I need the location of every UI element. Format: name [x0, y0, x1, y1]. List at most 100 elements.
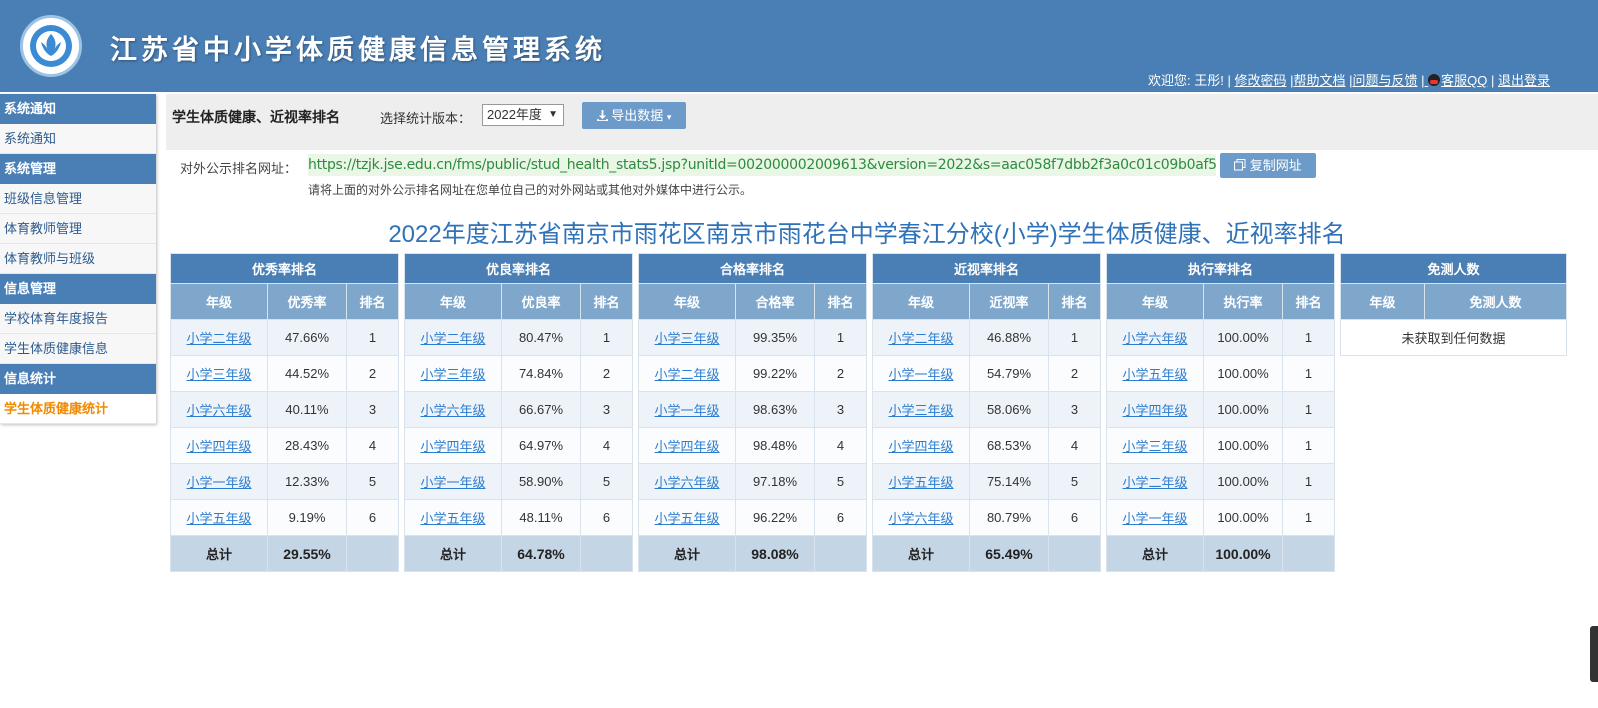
grade-link[interactable]: 小学一年级: [1122, 511, 1187, 526]
total-row: 总计 100.00%: [1106, 535, 1335, 572]
download-icon: [596, 110, 608, 121]
grade-cell: 小学二年级: [404, 319, 502, 356]
grade-link[interactable]: 小学五年级: [186, 511, 251, 526]
sidebar-item-student-health[interactable]: 学生体质健康信息: [0, 334, 156, 364]
logout-link[interactable]: 退出登录: [1498, 73, 1550, 88]
grade-cell: 小学五年级: [404, 499, 502, 536]
sidebar-section-info-admin[interactable]: 信息管理: [0, 274, 156, 304]
change-password-link[interactable]: 修改密码: [1234, 73, 1286, 88]
grade-link[interactable]: 小学一年级: [888, 367, 953, 382]
grade-link[interactable]: 小学二年级: [186, 331, 251, 346]
total-rank: [814, 535, 867, 572]
sidebar-section-system-admin[interactable]: 系统管理: [0, 154, 156, 184]
ranking-table: 优秀率排名 年级 优秀率 排名 小学二年级 47.66% 1 小学三年级 44.52% 2 小学六年…: [170, 253, 399, 572]
total-rank: [580, 535, 633, 572]
grade-cell: 小学三年级: [170, 355, 268, 392]
ranking-table: 近视率排名 年级 近视率 排名 小学二年级 46.88% 1 小学一年级 54.79% 2 小学三年…: [872, 253, 1101, 572]
exempt-count-table: 免测人数 年级 免测人数 未获取到任何数据: [1340, 253, 1567, 356]
public-url-field[interactable]: https://tzjk.jse.edu.cn/fms/public/stud_…: [308, 154, 1216, 176]
grade-cell: 小学三年级: [404, 355, 502, 392]
total-rate: 64.78%: [501, 535, 581, 572]
grade-link[interactable]: 小学四年级: [420, 439, 485, 454]
grade-link[interactable]: 小学二年级: [888, 331, 953, 346]
grade-link[interactable]: 小学四年级: [888, 439, 953, 454]
grade-link[interactable]: 小学五年级: [654, 511, 719, 526]
sidebar-item-class-info[interactable]: 班级信息管理: [0, 184, 156, 214]
export-data-button[interactable]: 导出数据 ▾: [582, 102, 686, 129]
qq-support-link[interactable]: 客服QQ: [1441, 73, 1487, 88]
version-select-value: 2022年度: [487, 107, 542, 122]
rank-cell: 6: [580, 499, 633, 536]
rank-cell: 2: [346, 355, 399, 392]
total-rate: 100.00%: [1203, 535, 1283, 572]
grade-link[interactable]: 小学五年级: [1122, 367, 1187, 382]
grade-link[interactable]: 小学六年级: [186, 403, 251, 418]
grade-link[interactable]: 小学一年级: [654, 403, 719, 418]
column-header: 排名: [1282, 283, 1335, 320]
total-rate: 98.08%: [735, 535, 815, 572]
table-row: 小学五年级 48.11% 6: [404, 499, 633, 536]
grade-link[interactable]: 小学六年级: [1122, 331, 1187, 346]
grade-link[interactable]: 小学四年级: [654, 439, 719, 454]
table-row: 小学一年级 12.33% 5: [170, 463, 399, 500]
help-docs-link[interactable]: 帮助文档: [1293, 73, 1345, 88]
copy-url-button[interactable]: 复制网址: [1220, 153, 1316, 178]
system-logo: [20, 15, 82, 77]
sidebar-item-teacher-class[interactable]: 体育教师与班级: [0, 244, 156, 274]
sidebar-item-system-notice[interactable]: 系统通知: [0, 124, 156, 154]
table-row: 小学六年级 97.18% 5: [638, 463, 867, 500]
top-header: 江苏省中小学体质健康信息管理系统 欢迎您: 王彤! | 修改密码 |帮助文档 |…: [0, 0, 1598, 92]
column-header: 排名: [1048, 283, 1101, 320]
grade-cell: 小学三年级: [638, 319, 736, 356]
grade-link[interactable]: 小学三年级: [654, 331, 719, 346]
table-caption: 执行率排名: [1106, 253, 1335, 284]
side-scroll-handle[interactable]: [1590, 626, 1598, 682]
report-title: 2022年度江苏省南京市雨花区南京市雨花台中学春江分校(小学)学生体质健康、近视…: [388, 221, 1346, 248]
total-label: 总计: [872, 535, 970, 572]
rank-cell: 5: [1048, 463, 1101, 500]
rate-cell: 48.11%: [501, 499, 581, 536]
sidebar-item-pe-teachers[interactable]: 体育教师管理: [0, 214, 156, 244]
column-header: 年级: [872, 283, 970, 320]
grade-cell: 小学一年级: [872, 355, 970, 392]
grade-link[interactable]: 小学二年级: [420, 331, 485, 346]
empty-message: 未获取到任何数据: [1340, 319, 1567, 356]
grade-link[interactable]: 小学六年级: [654, 475, 719, 490]
table-row: 小学一年级 58.90% 5: [404, 463, 633, 500]
grade-link[interactable]: 小学六年级: [420, 403, 485, 418]
grade-link[interactable]: 小学四年级: [1122, 403, 1187, 418]
ranking-table: 合格率排名 年级 合格率 排名 小学三年级 99.35% 1 小学二年级 99.22% 2 小学一年…: [638, 253, 867, 572]
rank-cell: 1: [1282, 319, 1335, 356]
sidebar-section-statistics[interactable]: 信息统计: [0, 364, 156, 394]
rank-cell: 1: [1048, 319, 1101, 356]
rate-cell: 12.33%: [267, 463, 347, 500]
grade-link[interactable]: 小学三年级: [186, 367, 251, 382]
grade-link[interactable]: 小学一年级: [420, 475, 485, 490]
grade-link[interactable]: 小学二年级: [654, 367, 719, 382]
grade-link[interactable]: 小学四年级: [186, 439, 251, 454]
select-caret-icon: ▼: [548, 109, 558, 120]
grade-link[interactable]: 小学一年级: [186, 475, 251, 490]
column-header: 年级: [1340, 283, 1425, 320]
rate-cell: 40.11%: [267, 391, 347, 428]
sidebar-item-annual-report[interactable]: 学校体育年度报告: [0, 304, 156, 334]
grade-link[interactable]: 小学二年级: [1122, 475, 1187, 490]
sidebar-section-notice[interactable]: 系统通知: [0, 94, 156, 124]
ranking-table: 优良率排名 年级 优良率 排名 小学二年级 80.47% 1 小学三年级 74.84% 2 小学六年…: [404, 253, 633, 572]
total-label: 总计: [638, 535, 736, 572]
copy-icon: [1234, 159, 1246, 171]
feedback-link[interactable]: 问题与反馈: [1353, 73, 1418, 88]
total-rank: [1048, 535, 1101, 572]
grade-link[interactable]: 小学六年级: [888, 511, 953, 526]
grade-link[interactable]: 小学五年级: [420, 511, 485, 526]
grade-link[interactable]: 小学三年级: [420, 367, 485, 382]
rank-cell: 3: [346, 391, 399, 428]
grade-link[interactable]: 小学三年级: [888, 403, 953, 418]
column-header: 排名: [580, 283, 633, 320]
column-header: 近视率: [969, 283, 1049, 320]
grade-link[interactable]: 小学五年级: [888, 475, 953, 490]
sidebar-item-health-stats[interactable]: 学生体质健康统计: [0, 394, 156, 424]
grade-cell: 小学三年级: [872, 391, 970, 428]
version-select[interactable]: 2022年度 ▼: [482, 104, 564, 126]
grade-link[interactable]: 小学三年级: [1122, 439, 1187, 454]
